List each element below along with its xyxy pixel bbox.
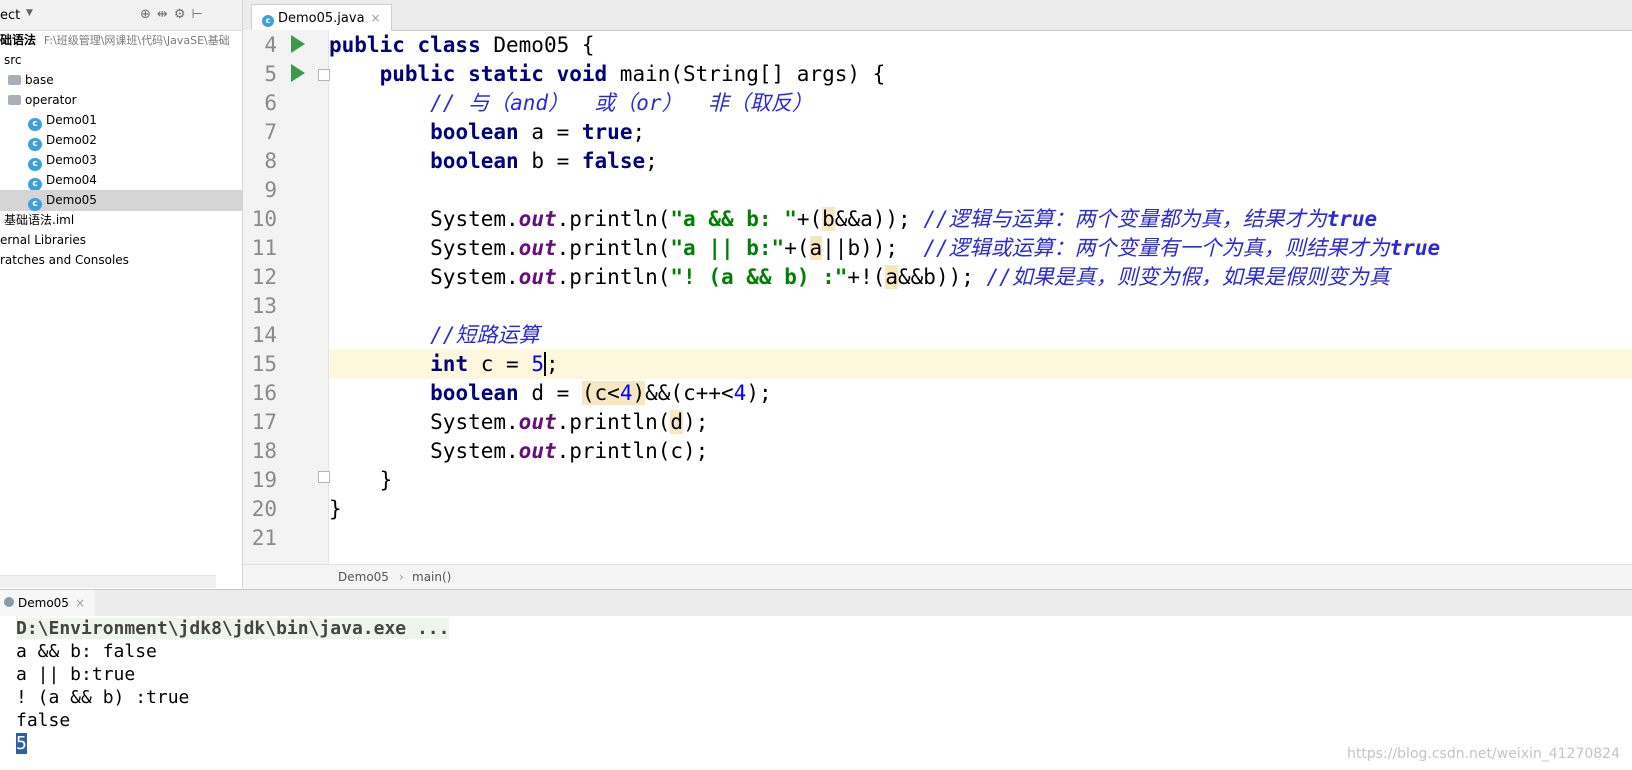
folder-icon [8, 95, 21, 105]
console-output-line: a && b: false [16, 641, 157, 662]
line-number: 6 [264, 91, 277, 115]
code-editor[interactable]: public class Demo05 { public static void… [329, 30, 1632, 564]
run-console[interactable]: D:\Environment\jdk8\jdk\bin\java.exe ...… [0, 616, 1632, 770]
code-line-18: System.out.println(c); [430, 439, 709, 463]
tree-item-demo05[interactable]: c Demo05 [0, 190, 242, 211]
project-view-selector[interactable]: ect [0, 8, 20, 23]
line-number: 7 [264, 120, 277, 144]
line-number: 14 [251, 323, 277, 347]
tab-label: Demo05.java [278, 11, 365, 26]
breadcrumb: Demo05 › main() [243, 564, 1632, 589]
project-panel: ect ▼ ⊕⇹⚙⊢ 础语法 F:\班级管理\网课班\代码\JavaSE\基础 … [0, 0, 243, 588]
line-number: 13 [251, 294, 277, 318]
tree-item-label: Demo02 [46, 133, 97, 147]
line-number: 9 [264, 178, 277, 202]
line-number: 19 [251, 468, 277, 492]
run-main-icon[interactable] [291, 64, 305, 82]
tab-run-demo05[interactable]: Demo05 × [0, 590, 95, 616]
line-number: 21 [251, 526, 277, 550]
code-line-6: // 与（and） 或（or） 非（取反） [430, 91, 813, 115]
chevron-down-icon[interactable]: ▼ [26, 8, 33, 18]
line-number: 8 [264, 149, 277, 173]
breadcrumb-separator: › [399, 570, 404, 584]
console-output-line-selected: 5 [16, 733, 27, 754]
code-line-19: } [379, 468, 393, 492]
code-line-14: //短路运算 [430, 323, 540, 347]
code-line-12: System.out.println("! (a && b) :"+!(a&&b… [430, 265, 1390, 289]
tree-item-demo04[interactable]: c Demo04 [0, 170, 242, 191]
tree-item-label: ernal Libraries [0, 233, 87, 247]
line-number: 16 [251, 381, 277, 405]
tab-demo05-java[interactable]: c Demo05.java × [251, 4, 392, 31]
tree-item-demo01[interactable]: c Demo01 [0, 110, 242, 131]
code-line-17: System.out.println(d); [430, 410, 709, 434]
class-icon: c [262, 15, 274, 27]
console-command[interactable]: D:\Environment\jdk8\jdk\bin\java.exe ... [16, 618, 450, 639]
tree-item-iml[interactable]: 基础语法.iml [0, 210, 242, 231]
tree-item-base[interactable]: base [0, 70, 242, 91]
hide-icon[interactable]: ⊢ [191, 7, 208, 22]
project-panel-header: ect ▼ ⊕⇹⚙⊢ [0, 0, 242, 31]
close-icon[interactable]: × [371, 11, 381, 25]
tree-item-src[interactable]: src [0, 50, 242, 71]
line-number: 17 [251, 410, 277, 434]
tree-root[interactable]: 础语法 F:\班级管理\网课班\代码\JavaSE\基础 [0, 30, 242, 51]
breadcrumb-method[interactable]: main() [412, 570, 451, 584]
code-line-20: } [329, 497, 342, 521]
line-number: 4 [264, 33, 277, 57]
close-icon[interactable]: × [75, 596, 85, 610]
line-number: 18 [251, 439, 277, 463]
gear-icon[interactable]: ⚙ [174, 7, 192, 22]
tree-item-label: Demo05 [46, 193, 97, 207]
tree-item-demo03[interactable]: c Demo03 [0, 150, 242, 171]
editor-gutter: 4 5 6 7 8 9 10 11 12 13 14 15 16 17 18 1… [243, 30, 330, 564]
tree-item-label: Demo04 [46, 173, 97, 187]
line-number: 11 [251, 236, 277, 260]
project-toolbar: ⊕⇹⚙⊢ [140, 7, 209, 22]
console-output-line: ! (a && b) :true [16, 687, 190, 708]
run-tab-label: Demo05 [18, 596, 69, 610]
console-output-line: false [16, 710, 71, 731]
tree-item-demo02[interactable]: c Demo02 [0, 130, 242, 151]
console-output-line: a || b:true [16, 664, 136, 685]
tree-root-path: F:\班级管理\网课班\代码\JavaSE\基础 [43, 34, 230, 47]
run-tab-bar: Demo05 × [0, 589, 1632, 617]
code-line-16: boolean d = (c<4)&&(c++<4); [430, 381, 772, 405]
text-caret: ; [543, 352, 559, 376]
collapse-icon[interactable]: ⇹ [157, 7, 174, 22]
line-number: 10 [251, 207, 277, 231]
tree-item-scratches[interactable]: ratches and Consoles [0, 250, 242, 271]
horizontal-scrollbar[interactable] [0, 575, 216, 588]
tree-item-label: Demo01 [46, 113, 97, 127]
line-number: 5 [264, 62, 277, 86]
tree-item-label: src [4, 53, 22, 67]
tree-item-external-libraries[interactable]: ernal Libraries [0, 230, 242, 251]
code-line-10: System.out.println("a && b: "+(b&&a)); /… [430, 207, 1378, 231]
tree-item-operator[interactable]: operator [0, 90, 242, 111]
line-number: 12 [251, 265, 277, 289]
watermark: https://blog.csdn.net/weixin_41270824 [1346, 746, 1620, 762]
folder-icon [8, 75, 21, 85]
run-config-icon [4, 597, 14, 607]
line-number: 15 [251, 352, 277, 376]
tree-item-label: 基础语法.iml [4, 213, 75, 227]
breadcrumb-class[interactable]: Demo05 [338, 570, 389, 584]
run-class-icon[interactable] [291, 35, 305, 53]
code-line-8: boolean b = false; [430, 149, 658, 173]
locate-icon[interactable]: ⊕ [140, 7, 157, 22]
code-line-7: boolean a = true; [430, 120, 646, 144]
code-line-11: System.out.println("a || b:"+(a||b)); //… [430, 236, 1441, 260]
code-line-4: public class Demo05 { [329, 33, 595, 57]
code-line-15: int c = 5; [329, 349, 1632, 379]
tree-root-label: 础语法 [0, 33, 37, 47]
line-number: 20 [251, 497, 277, 521]
editor-tab-bar: c Demo05.java × [243, 0, 1632, 31]
tree-item-label: operator [25, 93, 77, 107]
code-line-5: public static void main(String[] args) { [379, 62, 886, 86]
tree-item-label: ratches and Consoles [0, 253, 129, 267]
tree-item-label: base [25, 73, 54, 87]
tree-item-label: Demo03 [46, 153, 97, 167]
